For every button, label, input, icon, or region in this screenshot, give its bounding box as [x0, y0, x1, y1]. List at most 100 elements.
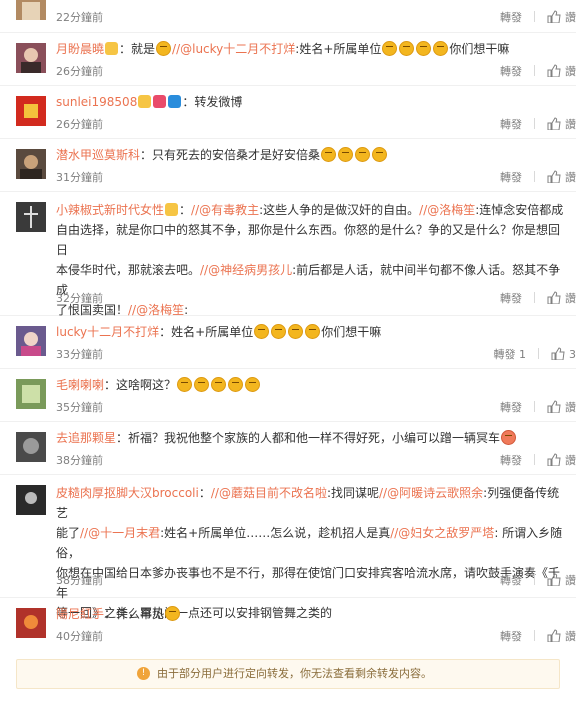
emoji-icon [177, 377, 193, 392]
avatar[interactable] [16, 432, 46, 462]
emoji-icon [165, 606, 181, 621]
comment-text: lucky十二月不打烊：姓名+所属单位 你们想干嘛 [56, 324, 382, 339]
mention-link[interactable]: //@十一月末君 [80, 526, 160, 540]
comment-time: 26分鐘前 [56, 65, 103, 78]
comment-time: 33分鐘前 [56, 348, 103, 361]
notice-text: 由于部分用户进行定向转发，你无法查看剩余转发内容。 [157, 667, 432, 680]
username-link[interactable]: sunlei198508 [56, 95, 137, 109]
thumbs-up-icon[interactable] [547, 400, 561, 413]
comment-row: sunlei198508 ：转发微博 26分鐘前 轉發 讚 [0, 86, 576, 139]
avatar[interactable] [16, 379, 46, 409]
like-button[interactable]: 讚 [565, 170, 576, 186]
emoji-icon [288, 324, 304, 339]
comment-actions: 轉發 讚 [500, 170, 576, 186]
comment-row: 月盼晨曉 ：就是//@lucky十二月不打烊:姓名+所属单位 你们想干嘛 26分鐘前… [0, 33, 576, 86]
avatar[interactable] [16, 485, 46, 515]
comment-actions: 轉發 讚 [500, 573, 576, 589]
mention-link[interactable]: //@有毒教主 [191, 203, 259, 217]
restricted-repost-notice: ! 由于部分用户进行定向转发，你无法查看剩余转发内容。 [16, 659, 560, 689]
thumbs-up-icon[interactable] [551, 347, 565, 360]
comment-text: 月盼晨曉 ：就是//@lucky十二月不打烊:姓名+所属单位 你们想干嘛 [56, 41, 510, 56]
emoji-icon [271, 324, 287, 339]
username-link[interactable]: lucky十二月不打烊 [56, 325, 159, 339]
avatar[interactable] [16, 96, 46, 126]
mention-link[interactable]: //@lucky十二月不打烊 [172, 42, 295, 56]
like-button[interactable]: 讚 [565, 400, 576, 416]
repost-button[interactable]: 轉發 [500, 453, 522, 469]
avatar[interactable] [16, 608, 46, 638]
emoji-icon [433, 41, 449, 56]
like-button[interactable]: 讚 [565, 629, 576, 645]
username-link[interactable]: 毛喇喇喇 [56, 378, 104, 392]
username-link[interactable]: 潜水甲巡莫斯科 [56, 148, 140, 162]
mention-link[interactable]: //@洛梅笙 [128, 303, 184, 317]
comment-text: 潜水甲巡莫斯科：只有死去的安倍桑才是好安倍桑 [56, 145, 566, 165]
emoji-icon [254, 324, 270, 339]
thumbs-up-icon[interactable] [547, 10, 561, 23]
like-button[interactable]: 讚 [565, 291, 576, 307]
camera-badge-icon [168, 95, 182, 108]
like-button[interactable]: 讚 [565, 573, 576, 589]
like-count[interactable]: 3 [569, 347, 576, 363]
like-button[interactable]: 讚 [565, 453, 576, 469]
comment-text: 毛喇喇喇：这啥啊这？ [56, 375, 566, 395]
comment-time: 22分鐘前 [56, 11, 103, 24]
mention-link[interactable]: //@神经病男孩儿 [200, 263, 292, 277]
vip-badge-icon [165, 203, 179, 216]
thumbs-up-icon[interactable] [547, 453, 561, 466]
verified-badge-icon [138, 95, 152, 108]
comment-row: 陽尼紅手：什么罕见 40分鐘前 轉發 讚 [0, 598, 576, 651]
avatar[interactable] [16, 149, 46, 179]
comment-text: 去追那颗星：祈福？我祝他整个家族的人都和他一样不得好死，小编可以蹭一辆冥车 [56, 428, 566, 448]
comment-time: 40分鐘前 [56, 630, 103, 643]
verified-badge-icon [105, 42, 119, 55]
comment-row: 22分鐘前 轉發 讚 [0, 0, 576, 33]
repost-button[interactable]: 轉發 1 [494, 347, 527, 363]
like-button[interactable]: 讚 [565, 64, 576, 80]
emoji-icon [211, 377, 227, 392]
repost-button[interactable]: 轉發 [500, 629, 522, 645]
comment-time: 26分鐘前 [56, 118, 103, 131]
comment-row: lucky十二月不打烊：姓名+所属单位 你们想干嘛 33分鐘前 轉發 1 3 [0, 316, 576, 369]
emoji-icon [321, 147, 337, 162]
mention-link[interactable]: //@阿暖诗云歌照余 [379, 486, 483, 500]
emoji-icon [228, 377, 244, 392]
like-button[interactable]: 讚 [565, 117, 576, 133]
repost-button[interactable]: 轉發 [500, 400, 522, 416]
comment-time: 38分鐘前 [56, 574, 103, 587]
thumbs-up-icon[interactable] [547, 629, 561, 642]
mention-link[interactable]: //@蘑菇目前不改名啦 [211, 486, 327, 500]
comment-row: 小辣椒式新时代女性 ：//@有毒教主:这些人争的是做汉奸的自由。//@洛梅笙:连悼… [0, 192, 576, 317]
username-link[interactable]: 去追那颗星 [56, 431, 116, 445]
comment-row: 潜水甲巡莫斯科：只有死去的安倍桑才是好安倍桑 31分鐘前 轉發 讚 [0, 139, 576, 192]
repost-button[interactable]: 轉發 [500, 170, 522, 186]
thumbs-up-icon[interactable] [547, 291, 561, 304]
mention-link[interactable]: //@洛梅笙 [419, 203, 475, 217]
avatar[interactable] [16, 202, 46, 232]
repost-button[interactable]: 轉發 [500, 10, 522, 26]
repost-button[interactable]: 轉發 [500, 117, 522, 133]
avatar[interactable] [16, 0, 46, 20]
comment-row: 皮糙肉厚抠脚大汉broccoli：//@蘑菇目前不改名啦:找同谋呢//@阿暖诗云… [0, 475, 576, 620]
avatar[interactable] [16, 326, 46, 356]
thumbs-up-icon[interactable] [547, 170, 561, 183]
comment-time: 38分鐘前 [56, 454, 103, 467]
comment-actions: 轉發 讚 [500, 117, 576, 133]
thumbs-up-icon[interactable] [547, 573, 561, 586]
repost-button[interactable]: 轉發 [500, 573, 522, 589]
comment-text: sunlei198508 ：转发微博 [56, 95, 243, 109]
mention-link[interactable]: //@妇女之敌罗严塔 [390, 526, 494, 540]
username-link[interactable]: 月盼晨曉 [56, 42, 104, 56]
repost-button[interactable]: 轉發 [500, 291, 522, 307]
username-link[interactable]: 皮糙肉厚抠脚大汉broccoli [56, 486, 199, 500]
repost-button[interactable]: 轉發 [500, 64, 522, 80]
username-link[interactable]: 小辣椒式新时代女性 [56, 203, 164, 217]
avatar[interactable] [16, 43, 46, 73]
like-button[interactable]: 讚 [565, 10, 576, 26]
comment-row: 去追那颗星：祈福？我祝他整个家族的人都和他一样不得好死，小编可以蹭一辆冥车 38… [0, 422, 576, 475]
emoji-icon [501, 430, 517, 445]
info-icon: ! [137, 667, 150, 680]
username-link[interactable]: 陽尼紅手 [56, 607, 104, 621]
thumbs-up-icon[interactable] [547, 117, 561, 130]
thumbs-up-icon[interactable] [547, 64, 561, 77]
